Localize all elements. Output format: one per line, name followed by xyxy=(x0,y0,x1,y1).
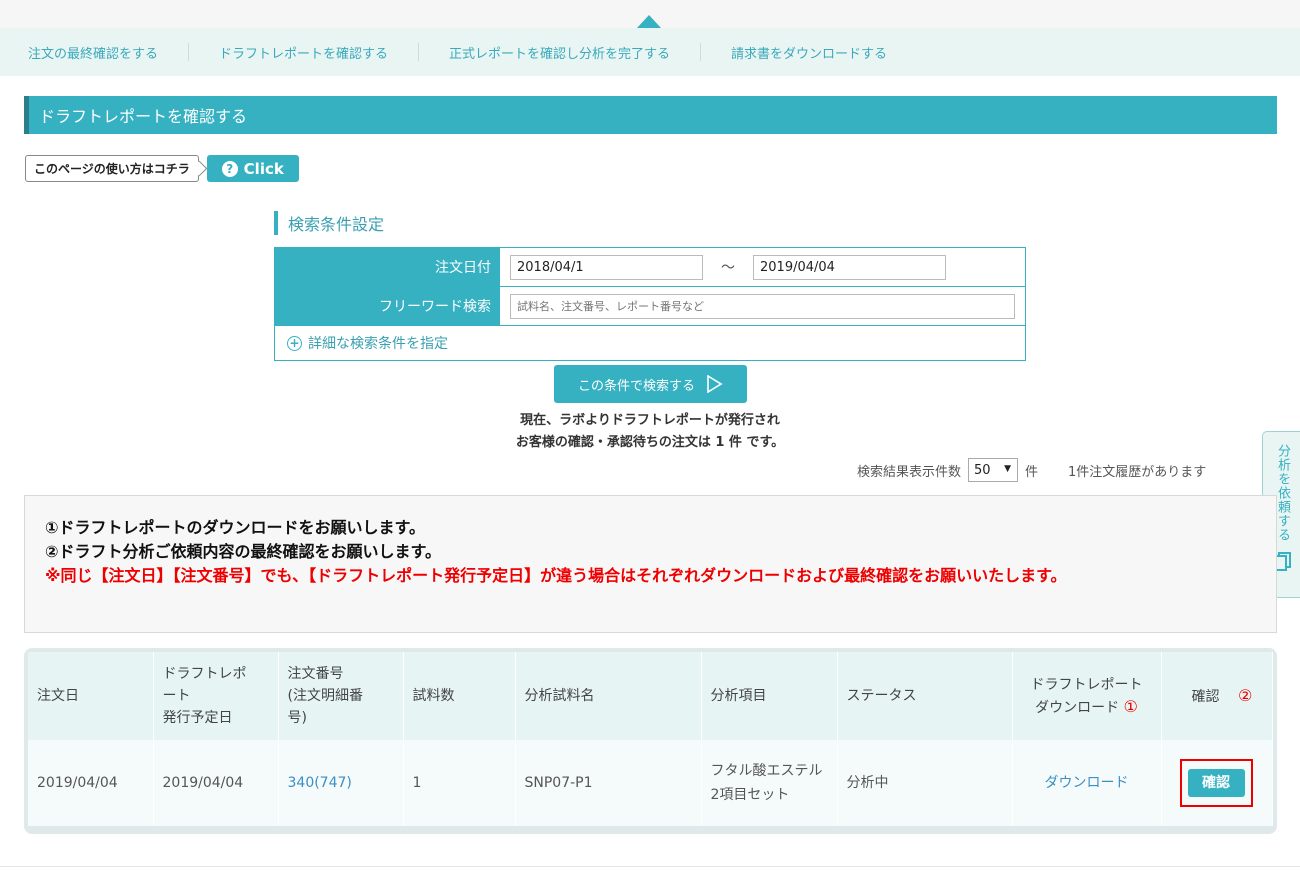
header-analysis-item: 分析項目 xyxy=(701,652,838,740)
search-submit-button[interactable]: この条件で検索する xyxy=(554,365,747,403)
cell-status: 分析中 xyxy=(837,740,1013,826)
notice-line1: ①ドラフトレポートのダウンロードをお願いします。 xyxy=(45,518,425,537)
play-arrow-icon xyxy=(707,375,723,393)
results-table: 注文日 ドラフトレポ ート 発行予定日 注文番号 (注文明細番 号) 試料数 分析試料名… xyxy=(28,652,1273,826)
cell-confirm: 確認 xyxy=(1161,740,1273,826)
notice-line2: ②ドラフト分析ご依頼内容の最終確認をお願いします。 xyxy=(45,542,441,561)
draft-download-link[interactable]: ダウンロード xyxy=(1045,775,1129,791)
page-title: ドラフトレポートを確認する xyxy=(24,96,1277,134)
search-conditions-title: 検索条件設定 xyxy=(274,211,384,235)
results-per-page-select[interactable]: 50 ▼ xyxy=(968,458,1019,482)
freeword-label: フリーワード検索 xyxy=(275,287,500,325)
table-header-row: 注文日 ドラフトレポ ート 発行予定日 注文番号 (注文明細番 号) 試料数 分析試料名… xyxy=(28,652,1273,740)
order-number-link[interactable]: 340(747) xyxy=(288,775,352,791)
step-divider xyxy=(418,43,420,61)
order-history-count: 1件注文履歴があります xyxy=(1068,464,1207,480)
step-final-order-check[interactable]: 注文の最終確認をする xyxy=(28,43,158,62)
freeword-row: フリーワード検索 xyxy=(275,287,1025,326)
advanced-search-link[interactable]: + 詳細な検索条件を指定 xyxy=(275,326,448,360)
header-confirm: 確認 ② xyxy=(1161,652,1273,740)
advanced-search-row: + 詳細な検索条件を指定 xyxy=(275,326,1025,360)
download-step-marker: ① xyxy=(1123,696,1138,716)
progress-steps-bar: 注文の最終確認をする ドラフトレポートを確認する 正式レポートを確認し分析を完了… xyxy=(0,28,1300,76)
table-row: 2019/04/04 2019/04/04 340(747) 1 SNP07-P… xyxy=(28,740,1273,826)
step-download-invoice[interactable]: 請求書をダウンロードする xyxy=(731,43,887,62)
step-check-draft-report[interactable]: ドラフトレポートを確認する xyxy=(219,43,388,62)
header-sample-count: 試料数 xyxy=(403,652,516,740)
advanced-search-label: 詳細な検索条件を指定 xyxy=(308,336,448,352)
results-per-page-value: 50 xyxy=(974,462,991,478)
header-order-number: 注文番号 (注文明細番 号) xyxy=(278,652,404,740)
confirm-highlight-box: 確認 xyxy=(1179,759,1253,807)
notice-warning: ※同じ【注文日】【注文番号】でも、【ドラフトレポート発行予定日】が違う場合はそれ… xyxy=(45,566,1067,585)
header-draft-download: ドラフトレポート ダウンロード ① xyxy=(1012,652,1162,740)
order-date-row: 注文日付 〜 xyxy=(275,248,1025,287)
step-divider xyxy=(188,43,190,61)
header-order-date: 注文日 xyxy=(28,652,154,740)
howto-click-button[interactable]: ? Click xyxy=(206,155,299,182)
cell-order-date: 2019/04/04 xyxy=(28,740,154,826)
results-count-control: 検索結果表示件数 50 ▼ 件 1件注文履歴があります xyxy=(857,458,1206,482)
freeword-search-input[interactable] xyxy=(510,293,1015,319)
cell-order-number: 340(747) xyxy=(278,740,404,826)
plus-circle-icon: + xyxy=(287,335,302,351)
current-step-arrow-icon xyxy=(637,15,661,28)
results-per-page-unit: 件 xyxy=(1025,464,1039,480)
footer-divider xyxy=(0,866,1300,867)
instruction-notice: ①ドラフトレポートのダウンロードをお願いします。 ②ドラフト分析ご依頼内容の最終… xyxy=(24,495,1277,633)
header-status: ステータス xyxy=(837,652,1013,740)
date-from-input[interactable] xyxy=(510,254,703,280)
date-range-separator: 〜 xyxy=(721,260,735,276)
results-table-container: 注文日 ドラフトレポ ート 発行予定日 注文番号 (注文明細番 号) 試料数 分析試料名… xyxy=(24,648,1277,834)
step-check-final-report[interactable]: 正式レポートを確認し分析を完了する xyxy=(449,43,670,62)
howto-guide: このページの使い方はコチラ ? Click xyxy=(25,155,299,182)
header-sample-name: 分析試料名 xyxy=(515,652,702,740)
status-message-line1: 現在、ラボよりドラフトレポートが発行され xyxy=(520,413,780,428)
cell-analysis-item: フタル酸エステル 2項目セット xyxy=(701,740,838,826)
dropdown-caret-icon: ▼ xyxy=(1004,464,1012,474)
search-form: 注文日付 〜 フリーワード検索 + 詳細な検索条件を指定 xyxy=(274,247,1026,361)
howto-click-label: Click xyxy=(243,159,284,178)
confirm-button[interactable]: 確認 xyxy=(1187,769,1245,797)
header-draft-date: ドラフトレポ ート 発行予定日 xyxy=(153,652,279,740)
howto-label: このページの使い方はコチラ xyxy=(25,155,199,182)
date-to-input[interactable] xyxy=(753,254,946,280)
cell-draft-date: 2019/04/04 xyxy=(153,740,279,826)
cell-sample-name: SNP07-P1 xyxy=(515,740,702,826)
confirm-step-marker: ② xyxy=(1237,685,1253,705)
header-confirm-label: 確認 xyxy=(1191,688,1220,705)
step-divider xyxy=(700,43,702,61)
question-icon: ? xyxy=(221,160,238,177)
cell-download: ダウンロード xyxy=(1012,740,1162,826)
order-date-label: 注文日付 xyxy=(275,248,500,286)
results-per-page-label: 検索結果表示件数 xyxy=(857,464,962,480)
search-submit-label: この条件で検索する xyxy=(577,378,695,394)
cell-sample-count: 1 xyxy=(403,740,516,826)
status-message-line2: お客様の確認・承認待ちの注文は 1 件 です。 xyxy=(515,435,785,450)
